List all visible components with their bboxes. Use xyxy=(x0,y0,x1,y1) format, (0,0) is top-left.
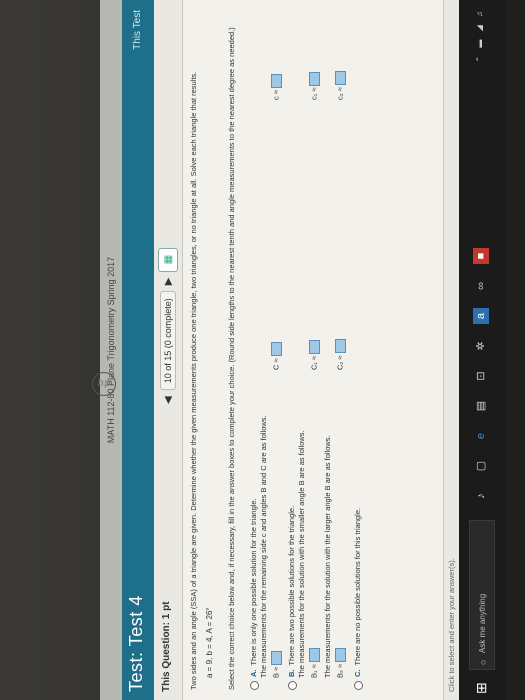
answer-box-b1[interactable] xyxy=(309,648,320,663)
label-c: C ≈ xyxy=(271,358,281,370)
instruction-text: Select the correct choice below and, if … xyxy=(227,27,236,690)
answer-box-c2[interactable] xyxy=(335,339,346,354)
label-side-c: c ≈ xyxy=(271,90,281,100)
browser-tab-title: MATH 112-80 Plane Trigonometry Spring 20… xyxy=(106,256,116,444)
windows-start-icon[interactable]: ⊞ xyxy=(473,682,490,694)
choice-b-side-c2: c₂ ≈ xyxy=(335,71,346,100)
choice-b[interactable]: B. There are two possible solutions for t… xyxy=(287,506,297,690)
choice-a-text: There is only one possible solution for … xyxy=(249,498,258,666)
label-b: B ≈ xyxy=(271,666,281,678)
choice-b-letter: B. xyxy=(287,669,296,678)
file-explorer-icon[interactable]: ▤ xyxy=(473,398,489,414)
label-side-c2: c₂ ≈ xyxy=(335,87,345,100)
label-b2: B₂ ≈ xyxy=(335,663,345,678)
answer-box-b[interactable] xyxy=(271,650,282,665)
choice-c-letter: C. xyxy=(353,669,362,678)
radio-c[interactable] xyxy=(353,681,363,690)
choice-b-text: There are two possible solutions for the… xyxy=(287,505,296,666)
next-question-icon[interactable]: ▶ xyxy=(163,278,174,286)
browser-tab-bar: MATH 112-80 Plane Trigonometry Spring 20… xyxy=(100,0,122,700)
choice-a-subtext: The measurements for the remaining side … xyxy=(259,415,268,678)
choice-b-b2: B₂ ≈ xyxy=(335,647,346,678)
cortana-search-box[interactable]: Ask me anything xyxy=(469,520,495,670)
test-title: Test: Test 4 xyxy=(126,595,146,692)
label-side-c1: c₁ ≈ xyxy=(309,87,319,100)
question-grid-icon[interactable]: ▦ xyxy=(158,247,178,272)
choice-b-c2: C₂ ≈ xyxy=(335,339,346,370)
label-c1: C₁ ≈ xyxy=(309,355,319,370)
choice-b-subtext-1: The measurements for the solution with t… xyxy=(297,430,306,678)
edge-browser-icon[interactable]: e xyxy=(473,428,489,444)
question-points: This Question: 1 pt xyxy=(161,601,172,692)
choice-b-c1: C₁ ≈ xyxy=(309,339,320,370)
screen: MATH 112-80 Plane Trigonometry Spring 20… xyxy=(100,0,505,700)
answer-box-side-c2[interactable] xyxy=(335,71,346,86)
network-link-icon[interactable]: ∞ xyxy=(473,278,489,294)
test-header: Test: Test 4 This Test xyxy=(122,0,154,700)
choice-c[interactable]: C. There are no possible solutions for th… xyxy=(353,508,363,690)
choice-b-subtext-2: The measurements for the solution with t… xyxy=(323,435,332,678)
answer-box-c1[interactable] xyxy=(309,339,320,354)
hp-logo: hp xyxy=(92,372,116,396)
choice-c-text: There are no possible solutions for this… xyxy=(353,507,362,666)
settings-icon[interactable]: ✲ xyxy=(473,338,489,354)
label-c2: C₂ ≈ xyxy=(335,355,345,370)
prev-question-icon[interactable]: ◀ xyxy=(163,396,174,404)
answer-box-c[interactable] xyxy=(271,342,282,357)
problem-prompt: Two sides and an angle (SSA) of a triang… xyxy=(189,71,198,690)
choice-b-b1: B₁ ≈ xyxy=(309,648,320,678)
taskbar: ⊞ Ask me anything ♪ ▢ e ▤ ⊡ ✲ a ∞ ■ ⌃ ▬ … xyxy=(459,0,505,700)
given-values: a = 9, b = 4, A = 26° xyxy=(205,607,214,678)
radio-b[interactable] xyxy=(287,681,297,690)
answer-box-side-c[interactable] xyxy=(271,74,282,89)
status-bar: Click to select and enter your answer(s)… xyxy=(443,0,459,700)
answer-box-b2[interactable] xyxy=(335,647,346,662)
choice-a-c: C ≈ xyxy=(271,342,282,370)
choice-b-side-c1: c₁ ≈ xyxy=(309,71,320,100)
system-tray-icons[interactable]: ⌃ ▬ ◢ ♫ xyxy=(475,8,484,63)
task-view-icon[interactable]: ▢ xyxy=(473,458,489,474)
choice-a-letter: A. xyxy=(249,669,258,678)
question-content: Two sides and an angle (SSA) of a triang… xyxy=(183,0,443,700)
this-test-link[interactable]: This Test xyxy=(132,10,143,50)
radio-a[interactable] xyxy=(249,681,259,690)
question-counter[interactable]: 10 of 15 (0 complete) xyxy=(160,291,176,391)
choice-a[interactable]: A. There is only one possible solution fo… xyxy=(249,498,259,690)
app-red-icon[interactable]: ■ xyxy=(473,248,489,264)
hp-logo-text: hp xyxy=(97,378,111,389)
store-icon[interactable]: ⊡ xyxy=(473,368,489,384)
answer-box-side-c1[interactable] xyxy=(309,71,320,86)
choice-a-b: B ≈ xyxy=(271,650,282,678)
label-b1: B₁ ≈ xyxy=(309,664,319,678)
microphone-icon[interactable]: ♪ xyxy=(473,488,489,504)
app-a-icon[interactable]: a xyxy=(473,308,489,324)
question-navigator: ◀ 10 of 15 (0 complete) ▶ ▦ xyxy=(158,247,178,404)
search-placeholder: Ask me anything xyxy=(478,593,487,653)
question-toolbar: This Question: 1 pt ◀ 10 of 15 (0 comple… xyxy=(154,0,183,700)
choice-a-side-c: c ≈ xyxy=(271,74,282,100)
status-text: Click to select and enter your answer(s)… xyxy=(447,558,456,692)
